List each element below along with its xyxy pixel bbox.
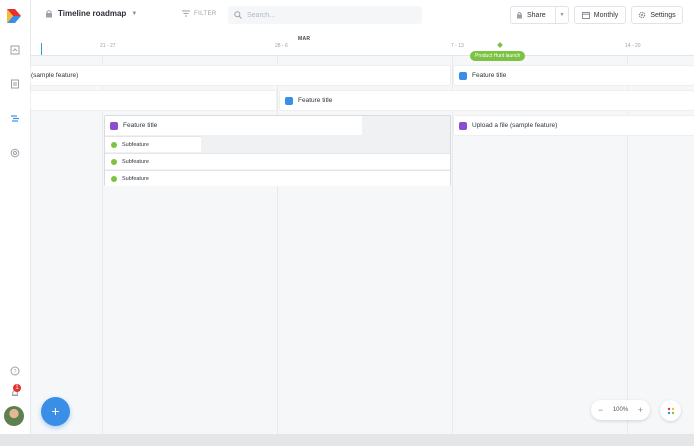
calendar-icon bbox=[581, 12, 590, 19]
ideas-icon[interactable] bbox=[8, 43, 22, 57]
week-label: 21 - 27 bbox=[100, 43, 116, 49]
month-label: MAR bbox=[298, 36, 311, 42]
feature-color-square-icon bbox=[285, 96, 293, 105]
feature-bar[interactable]: (sample feature) bbox=[31, 66, 450, 85]
feature-bar[interactable]: Feature title bbox=[105, 116, 362, 135]
notification-badge: 1 bbox=[13, 384, 21, 392]
notes-icon[interactable] bbox=[8, 77, 22, 91]
week-label: 28 - 6 bbox=[275, 43, 288, 49]
timeline-grid: (sample feature) Feature title Feature t… bbox=[31, 56, 694, 434]
share-label: Share bbox=[527, 11, 546, 19]
feature-bar-label: (sample feature) bbox=[31, 72, 79, 79]
subfeature-dot-icon bbox=[111, 141, 117, 148]
chevron-down-icon: ▼ bbox=[131, 10, 138, 17]
apps-grid-icon bbox=[667, 407, 674, 414]
svg-text:?: ? bbox=[14, 369, 17, 375]
bottom-scrollbar[interactable] bbox=[0, 434, 694, 446]
feature-bar[interactable]: Feature title bbox=[454, 66, 694, 85]
zoom-level: 100% bbox=[612, 407, 629, 413]
feature-bar-label: Upload a file (sample feature) bbox=[472, 122, 558, 129]
roadmap-icon[interactable] bbox=[8, 111, 22, 125]
zoom-in-button[interactable]: + bbox=[638, 405, 643, 415]
zoom-out-button[interactable]: − bbox=[598, 405, 603, 415]
feature-group[interactable]: Feature title Subfeature Subfeature Subf… bbox=[104, 115, 451, 186]
week-gridline bbox=[452, 56, 453, 434]
feature-color-square-icon bbox=[110, 121, 118, 130]
timeline-header: MAR 21 - 27 28 - 6 7 - 13 14 - 20 Produc… bbox=[31, 32, 694, 61]
monthly-view-button[interactable]: Monthly bbox=[574, 6, 626, 24]
search-box[interactable] bbox=[228, 6, 422, 24]
app-logo-icon[interactable] bbox=[5, 7, 23, 25]
share-options-chevron-icon[interactable]: ▼ bbox=[555, 7, 568, 23]
lock-icon bbox=[46, 10, 52, 18]
help-icon[interactable]: ? bbox=[8, 364, 22, 378]
subfeature-label: Subfeature bbox=[122, 158, 149, 165]
settings-button[interactable]: Settings bbox=[631, 6, 683, 24]
today-marker bbox=[41, 43, 42, 55]
add-item-button[interactable]: + bbox=[41, 397, 70, 426]
week-gridline bbox=[102, 56, 103, 434]
gear-icon bbox=[639, 11, 646, 19]
subfeature-row[interactable]: Subfeature bbox=[105, 153, 450, 169]
filter-icon bbox=[182, 10, 190, 17]
apps-button[interactable] bbox=[660, 400, 681, 421]
share-button[interactable]: Share ▼ bbox=[510, 6, 569, 24]
week-gridline bbox=[277, 56, 278, 434]
subfeature-label: Subfeature bbox=[122, 175, 149, 182]
filter-label: FILTER bbox=[194, 10, 217, 17]
settings-label: Settings bbox=[650, 11, 676, 19]
search-icon bbox=[234, 11, 242, 19]
week-label: 7 - 13 bbox=[451, 43, 464, 49]
filter-button[interactable]: FILTER bbox=[182, 10, 217, 17]
top-bar: Timeline roadmap ▼ FILTER Share ▼ Monthl… bbox=[31, 0, 694, 32]
feature-bar-label: Feature title bbox=[472, 72, 507, 79]
milestone-diamond-icon bbox=[497, 42, 503, 48]
subfeature-label: Subfeature bbox=[122, 141, 149, 148]
milestone-badge[interactable]: Product Hunt launch bbox=[470, 51, 526, 61]
feature-bar-label: Feature title bbox=[123, 122, 158, 129]
subfeature-row[interactable]: Subfeature bbox=[105, 136, 201, 152]
roadmap-title-dropdown[interactable]: Timeline roadmap ▼ bbox=[45, 9, 137, 18]
user-avatar[interactable] bbox=[4, 406, 24, 426]
goals-icon[interactable] bbox=[8, 146, 22, 160]
subfeature-row[interactable]: Subfeature bbox=[105, 170, 450, 186]
feature-bar[interactable]: Upload a file (sample feature) bbox=[454, 116, 694, 135]
week-gridline bbox=[627, 56, 628, 434]
subfeature-dot-icon bbox=[111, 158, 117, 165]
lock-icon bbox=[517, 12, 522, 19]
week-label: 14 - 20 bbox=[625, 43, 641, 49]
feature-color-square-icon bbox=[459, 121, 467, 130]
feature-bar[interactable] bbox=[31, 91, 276, 110]
monthly-label: Monthly bbox=[593, 11, 619, 19]
feature-color-square-icon bbox=[459, 71, 467, 80]
sidebar: ? 1 bbox=[0, 0, 31, 446]
search-input[interactable] bbox=[247, 11, 407, 19]
feature-bar[interactable]: Feature title bbox=[280, 91, 694, 110]
zoom-control: − 100% + bbox=[591, 400, 650, 420]
subfeature-dot-icon bbox=[111, 175, 117, 182]
page-title: Timeline roadmap bbox=[58, 9, 127, 18]
feature-bar-label: Feature title bbox=[298, 97, 333, 104]
